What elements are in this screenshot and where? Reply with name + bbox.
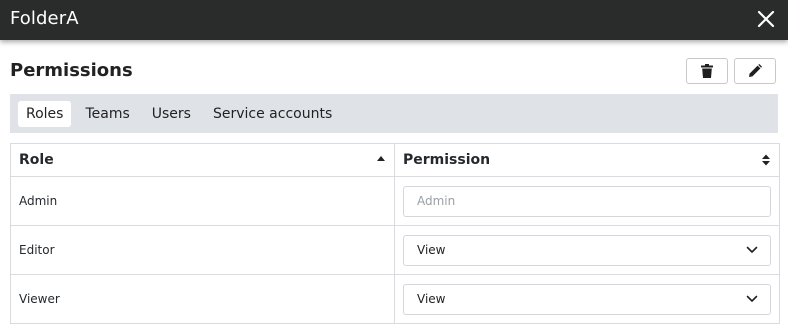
column-header-permission[interactable]: Permission <box>394 143 780 177</box>
table-row: Editor View <box>10 225 780 275</box>
sort-ascending-icon <box>377 156 385 161</box>
permission-input-disabled: Admin <box>403 185 771 217</box>
role-cell: Editor <box>10 225 395 275</box>
tab-users[interactable]: Users <box>144 101 199 127</box>
permission-value: View <box>417 292 446 306</box>
close-icon[interactable] <box>756 9 776 29</box>
permission-value: View <box>417 243 446 257</box>
permission-cell: View <box>394 274 780 324</box>
column-header-permission-label: Permission <box>403 152 491 168</box>
column-header-role[interactable]: Role <box>10 143 395 177</box>
trash-icon <box>701 63 713 78</box>
page-title: Permissions <box>10 60 133 81</box>
window-titlebar: FolderA <box>0 0 788 40</box>
delete-button[interactable] <box>686 58 728 84</box>
role-cell: Viewer <box>10 274 395 324</box>
table-row: Viewer View <box>10 274 780 324</box>
permission-select[interactable]: View <box>403 283 771 315</box>
permission-cell: Admin <box>394 176 780 226</box>
window-title: FolderA <box>10 8 79 29</box>
table-header-row: Role Permission <box>10 143 780 177</box>
chevron-down-icon <box>746 246 758 253</box>
tab-roles[interactable]: Roles <box>18 100 72 127</box>
permission-cell: View <box>394 225 780 275</box>
permission-value: Admin <box>417 194 456 208</box>
tab-bar: Roles Teams Users Service accounts <box>10 94 778 133</box>
permissions-table: Role Permission Admin Admin Editor View … <box>10 143 780 324</box>
tab-teams[interactable]: Teams <box>77 101 137 127</box>
column-header-role-label: Role <box>19 152 54 168</box>
tab-service-accounts[interactable]: Service accounts <box>205 101 340 127</box>
pencil-icon <box>749 64 762 77</box>
chevron-down-icon <box>746 295 758 302</box>
table-row: Admin Admin <box>10 176 780 226</box>
role-cell: Admin <box>10 176 395 226</box>
sort-icon <box>762 154 770 166</box>
edit-button[interactable] <box>734 58 776 84</box>
permission-select[interactable]: View <box>403 234 771 266</box>
